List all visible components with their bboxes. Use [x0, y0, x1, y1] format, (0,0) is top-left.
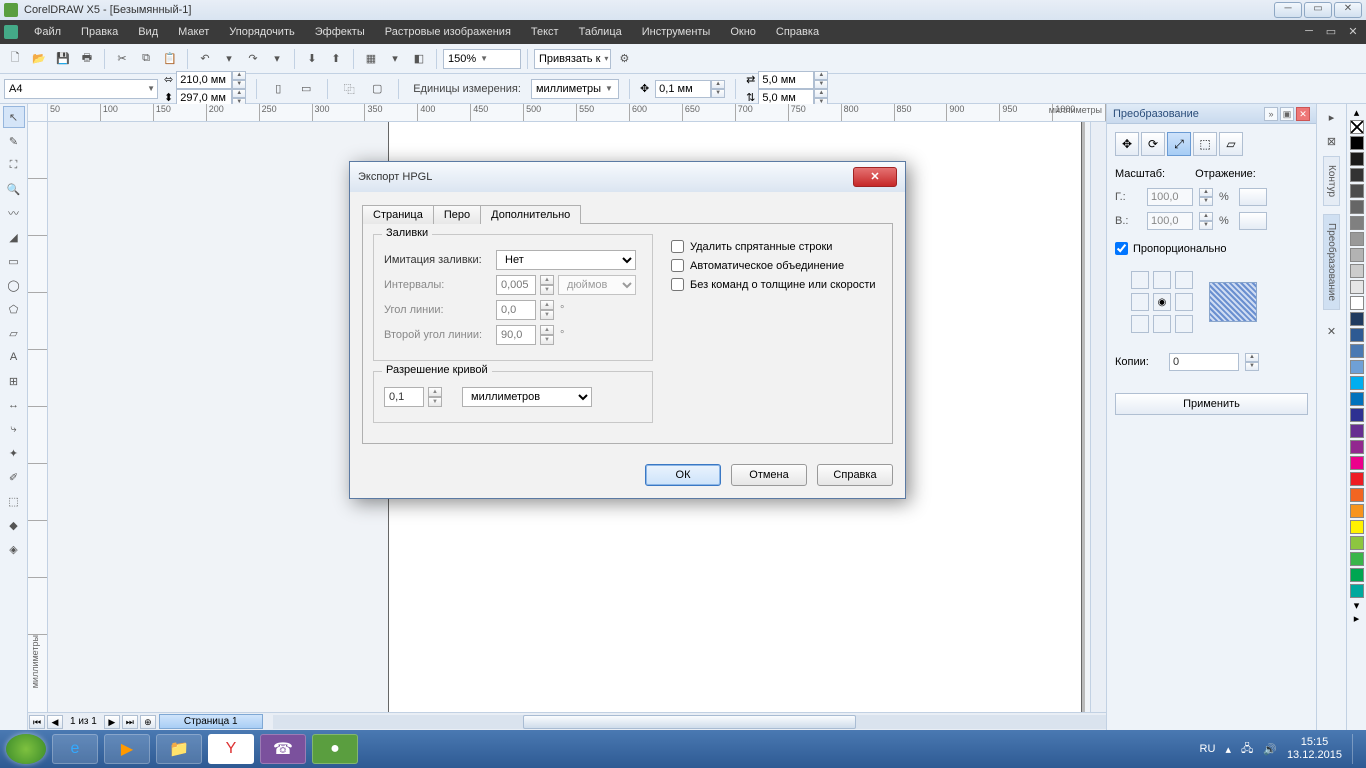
angle-down[interactable]: ▼ — [540, 310, 554, 320]
angle2-down[interactable]: ▼ — [540, 335, 554, 345]
interval-down[interactable]: ▼ — [540, 285, 554, 295]
curve-group: Разрешение кривой ▲▼ миллиметров — [373, 371, 653, 423]
tray-lang[interactable]: RU — [1200, 743, 1216, 755]
task-viber[interactable]: ☎ — [260, 734, 306, 764]
angle2-up[interactable]: ▲ — [540, 325, 554, 335]
curve-up[interactable]: ▲ — [428, 387, 442, 397]
start-button[interactable] — [6, 734, 46, 764]
curve-down[interactable]: ▼ — [428, 397, 442, 407]
task-wmp[interactable]: ▶ — [104, 734, 150, 764]
task-ie[interactable]: e — [52, 734, 98, 764]
tray-time: 15:15 — [1287, 736, 1342, 749]
angle2-input[interactable] — [496, 325, 536, 345]
angle2-unit: ° — [560, 329, 564, 341]
tray-date: 13.12.2015 — [1287, 749, 1342, 762]
tab-panel-advanced: Заливки Имитация заливки: Нет Интервалы:… — [362, 223, 893, 444]
tab-pen[interactable]: Перо — [433, 205, 481, 224]
interval-up[interactable]: ▲ — [540, 275, 554, 285]
tray-volume-icon[interactable]: 🔊 — [1263, 743, 1277, 756]
auto-merge-checkbox[interactable] — [671, 259, 684, 272]
interval-label: Интервалы: — [384, 279, 492, 291]
fills-group: Заливки Имитация заливки: Нет Интервалы:… — [373, 234, 653, 361]
tray-clock[interactable]: 15:15 13.12.2015 — [1287, 736, 1342, 762]
task-yandex[interactable]: Y — [208, 734, 254, 764]
curve-legend: Разрешение кривой — [382, 364, 492, 376]
angle-label: Угол линии: — [384, 304, 492, 316]
tray-network-icon[interactable]: 🖧 — [1241, 740, 1253, 759]
dialog-layer: Экспорт HPGL ✕ Страница Перо Дополнитель… — [0, 0, 1366, 768]
interval-unit-select[interactable]: дюймов — [558, 275, 636, 295]
no-width-speed-label: Без команд о толщине или скорости — [690, 279, 876, 291]
curve-unit-select[interactable]: миллиметров — [462, 387, 592, 407]
tab-advanced[interactable]: Дополнительно — [480, 205, 581, 224]
dialog-tabs: Страница Перо Дополнительно — [362, 204, 893, 223]
task-explorer[interactable]: 📁 — [156, 734, 202, 764]
tab-page[interactable]: Страница — [362, 205, 434, 224]
dialog-titlebar[interactable]: Экспорт HPGL ✕ — [350, 162, 905, 192]
no-width-speed-checkbox[interactable] — [671, 278, 684, 291]
windows-taskbar: e ▶ 📁 Y ☎ ● RU ▴ 🖧 🔊 15:15 13.12.2015 — [0, 730, 1366, 768]
angle-unit: ° — [560, 304, 564, 316]
show-desktop-button[interactable] — [1352, 734, 1360, 764]
task-coreldraw[interactable]: ● — [312, 734, 358, 764]
tray-flag-icon[interactable]: ▴ — [1225, 743, 1231, 756]
remove-hidden-checkbox[interactable] — [671, 240, 684, 253]
angle2-label: Второй угол линии: — [384, 329, 492, 341]
angle-input[interactable] — [496, 300, 536, 320]
sim-fill-label: Имитация заливки: — [384, 254, 492, 266]
ok-button[interactable]: ОК — [645, 464, 721, 486]
sim-fill-select[interactable]: Нет — [496, 250, 636, 270]
dialog-title: Экспорт HPGL — [358, 171, 432, 183]
help-button[interactable]: Справка — [817, 464, 893, 486]
curve-res-input[interactable] — [384, 387, 424, 407]
angle-up[interactable]: ▲ — [540, 300, 554, 310]
fills-legend: Заливки — [382, 227, 432, 239]
dialog-close-button[interactable]: ✕ — [853, 167, 897, 187]
export-hpgl-dialog: Экспорт HPGL ✕ Страница Перо Дополнитель… — [349, 161, 906, 499]
auto-merge-label: Автоматическое объединение — [690, 260, 844, 272]
interval-input[interactable] — [496, 275, 536, 295]
cancel-button[interactable]: Отмена — [731, 464, 807, 486]
remove-hidden-label: Удалить спрятанные строки — [690, 241, 832, 253]
